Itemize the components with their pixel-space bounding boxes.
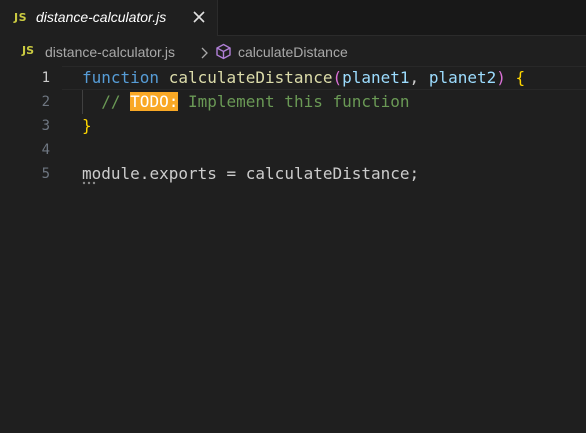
comment-token: //	[101, 92, 131, 111]
code-line[interactable]: 3 }	[0, 114, 586, 138]
brace-token: }	[82, 116, 92, 135]
line-number: 4	[41, 142, 50, 158]
tab-label: distance-calculator.js	[36, 9, 167, 25]
identifier-token: exports	[149, 164, 217, 183]
editor-window: JS distance-calculator.js JS distance-ca…	[0, 0, 586, 433]
identifier-token: calculateDistance	[245, 164, 410, 183]
assign-token: =	[216, 164, 246, 183]
brace-token: {	[515, 68, 526, 87]
param-token: planet1	[342, 68, 410, 87]
close-icon[interactable]	[190, 8, 208, 26]
code-line[interactable]: 2 // TODO: Implement this function	[0, 90, 586, 114]
javascript-file-icon: JS	[14, 11, 28, 24]
param-token: planet2	[428, 68, 497, 87]
line-number: 1	[41, 70, 50, 86]
javascript-file-icon: JS	[22, 44, 35, 57]
function-name-token: calculateDistance	[168, 68, 333, 87]
line-number: 2	[41, 94, 50, 110]
line-code[interactable]: // TODO: Implement this function	[82, 90, 410, 114]
line-number: 3	[41, 118, 50, 134]
semicolon-token: ;	[409, 164, 420, 183]
dot-token: .	[139, 164, 150, 183]
breadcrumb-symbol[interactable]: calculateDistance	[238, 44, 348, 60]
symbol-cube-icon	[215, 43, 232, 60]
code-line[interactable]: 1 function calculateDistance(planet1, pl…	[0, 66, 586, 90]
comma-token: ,	[409, 68, 429, 87]
code-editor[interactable]: 1 function calculateDistance(planet1, pl…	[0, 66, 586, 433]
breadcrumb: JS distance-calculator.js calculateDista…	[0, 41, 586, 63]
line-code[interactable]: module.exports = calculateDistance;	[82, 162, 419, 186]
hint-dots-icon	[82, 181, 96, 185]
line-code[interactable]: }	[82, 114, 92, 138]
paren-token: (	[332, 68, 343, 87]
breadcrumb-file[interactable]: distance-calculator.js	[45, 44, 175, 60]
code-line[interactable]: 4	[0, 138, 586, 162]
tab-bar: JS distance-calculator.js	[0, 0, 586, 36]
line-code[interactable]: function calculateDistance(planet1, plan…	[82, 66, 525, 90]
keyword-token: function	[82, 68, 160, 87]
line-number: 5	[41, 166, 50, 182]
comment-token: Implement this function	[178, 92, 410, 111]
chevron-right-icon	[199, 45, 209, 59]
todo-highlight: TODO:	[130, 92, 179, 111]
tab-distance-calculator[interactable]: JS distance-calculator.js	[0, 0, 218, 36]
paren-token: )	[496, 68, 506, 87]
